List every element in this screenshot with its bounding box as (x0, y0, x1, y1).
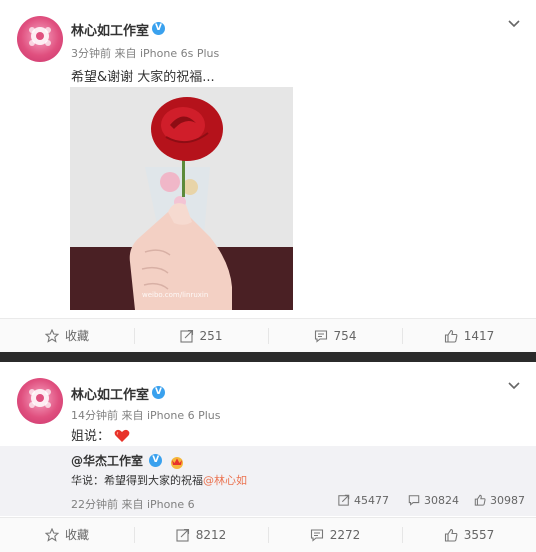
image-watermark: weibo.com/linruxin (142, 291, 209, 299)
like-button[interactable]: 3557 (402, 518, 536, 552)
comment-icon (314, 329, 327, 343)
repost-like-value: 30987 (490, 494, 525, 507)
favorite-button[interactable]: 收藏 (0, 518, 134, 552)
favorite-label: 收藏 (64, 329, 89, 343)
avatar-flower-icon (29, 27, 51, 46)
author-name[interactable]: 林心如工作室 (71, 20, 149, 39)
repost-repost-value: 45477 (354, 494, 389, 507)
feed-divider (0, 352, 536, 362)
repost-text: 华说：希望得到大家的祝福@林心如 (71, 472, 247, 488)
repost-icon (338, 494, 350, 506)
repost-comment-count[interactable]: 30824 (408, 494, 459, 507)
rose-photo (70, 87, 293, 310)
like-icon (444, 329, 458, 343)
author-avatar[interactable] (17, 16, 63, 62)
repost-text-body: 华说：希望得到大家的祝福 (71, 474, 203, 487)
repost-author: @华杰工作室 V (71, 452, 185, 469)
chevron-down-icon[interactable] (508, 17, 520, 29)
repost-count: 8212 (195, 528, 227, 542)
favorite-button[interactable]: 收藏 (0, 319, 134, 353)
comment-icon (310, 528, 323, 542)
verified-icon: V (149, 454, 163, 467)
comment-button[interactable]: 754 (268, 319, 402, 353)
like-icon (474, 494, 486, 506)
action-bar: 收藏 251 754 1417 (0, 318, 536, 353)
verified-icon: V (152, 386, 165, 399)
post-image-rose[interactable]: weibo.com/linruxin (70, 87, 293, 310)
post-text: 姐说： (71, 425, 130, 444)
repost-button[interactable]: 8212 (134, 518, 268, 552)
author-name[interactable]: 林心如工作室 (71, 384, 149, 403)
crown-badge-icon (171, 456, 184, 469)
repost-count: 251 (199, 329, 223, 343)
action-bar: 收藏 8212 2272 3557 (0, 517, 536, 552)
star-icon (44, 328, 59, 343)
avatar-flower-icon (29, 389, 51, 408)
like-button[interactable]: 1417 (402, 319, 536, 353)
post-meta: 14分钟前 来自 iPhone 6 Plus (71, 409, 221, 422)
comment-count: 754 (333, 329, 357, 343)
reposted-content[interactable]: @华杰工作室 V 华说：希望得到大家的祝福@林心如 22分钟前 来自 iPhon… (0, 446, 536, 516)
repost-like-count[interactable]: 30987 (474, 494, 525, 507)
repost-button[interactable]: 251 (134, 319, 268, 353)
like-count: 3557 (463, 528, 495, 542)
repost-icon (179, 329, 193, 343)
mention-link[interactable]: @林心如 (203, 474, 247, 487)
repost-repost-count[interactable]: 45477 (338, 494, 389, 507)
like-icon (444, 528, 458, 542)
repost-author-name[interactable]: @华杰工作室 (71, 454, 143, 468)
comment-icon (408, 495, 420, 506)
favorite-label: 收藏 (64, 528, 89, 542)
like-count: 1417 (463, 329, 495, 343)
comment-count: 2272 (329, 528, 361, 542)
weibo-post: 林心如工作室 V 3分钟前 来自 iPhone 6s Plus 希望&谢谢 大家… (0, 0, 536, 353)
repost-comment-value: 30824 (424, 494, 459, 507)
weibo-post: 林心如工作室 V 14分钟前 来自 iPhone 6 Plus 姐说： @华杰工… (0, 362, 536, 552)
post-meta: 3分钟前 来自 iPhone 6s Plus (71, 47, 220, 60)
verified-icon: V (152, 22, 165, 35)
repost-icon (176, 528, 189, 542)
post-text: 希望&谢谢 大家的祝福... (71, 70, 215, 85)
heart-emoji-icon (114, 429, 130, 442)
chevron-down-icon[interactable] (508, 379, 520, 391)
post-text-content: 姐说： (71, 429, 111, 444)
star-icon (44, 527, 59, 542)
repost-meta: 22分钟前 来自 iPhone 6 (71, 498, 195, 511)
author-avatar[interactable] (17, 378, 63, 424)
comment-button[interactable]: 2272 (268, 518, 402, 552)
